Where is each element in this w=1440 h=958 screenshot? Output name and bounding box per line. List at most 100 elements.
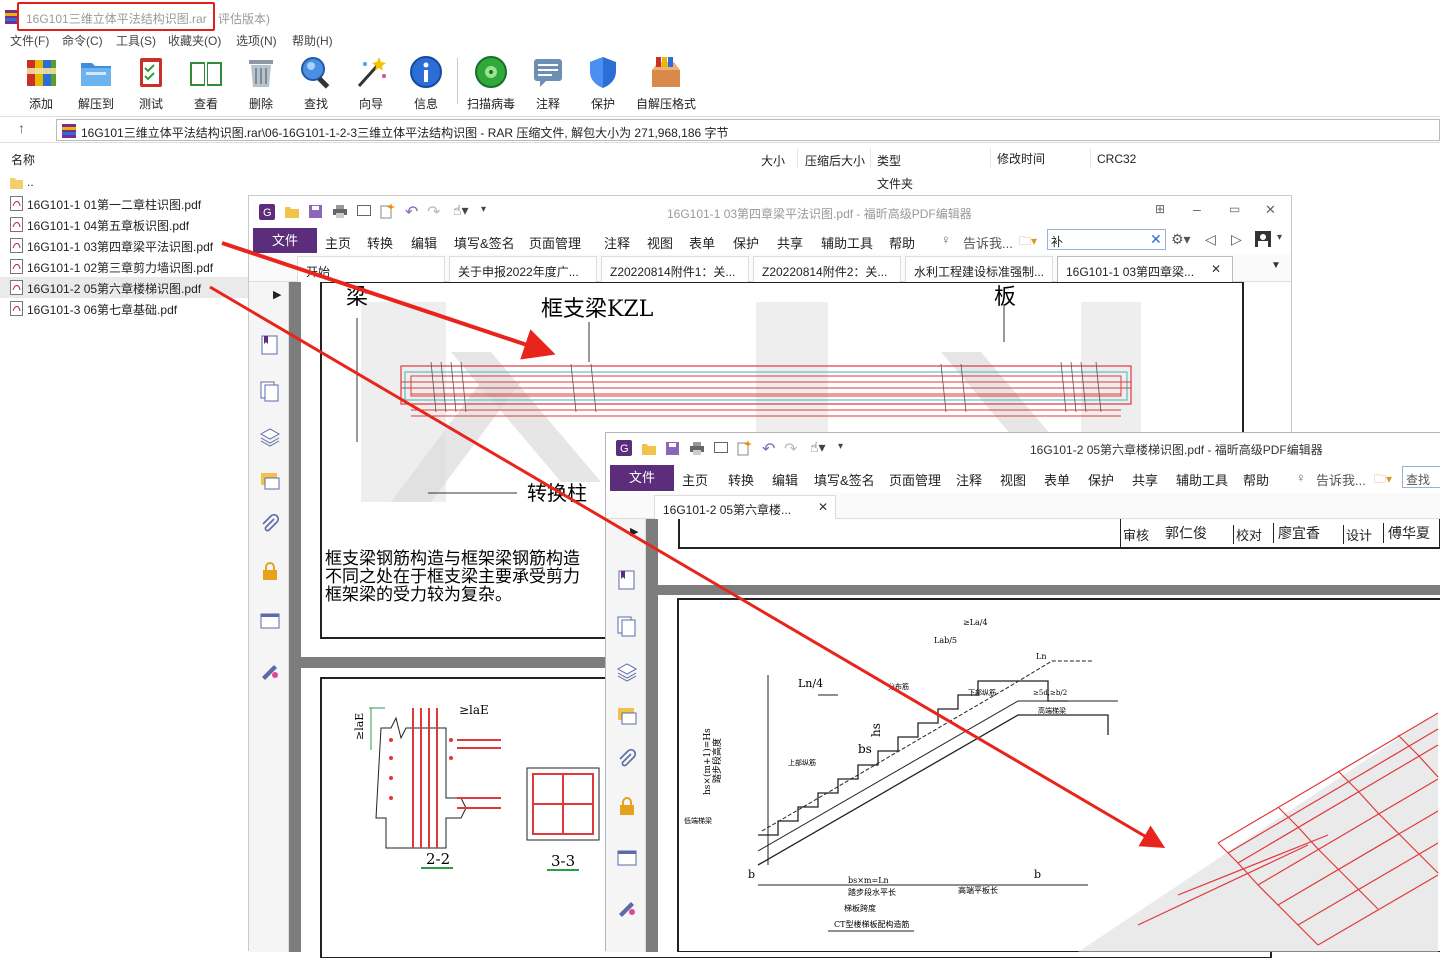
ribbon-help[interactable]: 帮助 — [1243, 470, 1269, 489]
file-row-selected[interactable]: 16G101-2 05第六章楼梯识图.pdf — [0, 277, 248, 298]
menu-help[interactable]: 帮助(H) — [292, 32, 333, 49]
protect-button[interactable]: 保护 — [576, 54, 630, 111]
comments-panel-icon[interactable] — [616, 705, 638, 727]
tab-active-document[interactable]: 16G101-2 05第六章楼... — [654, 495, 836, 519]
ribbon-fill-sign[interactable]: 填写&签名 — [814, 470, 875, 489]
search-folder-icon[interactable]: 🗀▾ — [1374, 470, 1392, 491]
up-arrow-icon[interactable]: ↑ — [18, 120, 25, 136]
attachment-icon[interactable] — [259, 514, 281, 536]
ribbon-form[interactable]: 表单 — [689, 233, 715, 252]
column-crc32[interactable]: CRC32 — [1097, 152, 1136, 166]
tab-document[interactable]: Z20220814附件1：关... — [601, 256, 749, 282]
ribbon-organize[interactable]: 页面管理 — [529, 233, 581, 252]
column-size[interactable]: 大小 — [761, 152, 785, 169]
extract-to-button[interactable]: 解压到 — [69, 54, 123, 111]
ribbon-accessibility[interactable]: 辅助工具 — [1176, 470, 1228, 489]
column-packed-size[interactable]: 压缩后大小 — [805, 152, 865, 169]
clear-search-icon[interactable]: ✕ — [1150, 231, 1162, 248]
menu-options[interactable]: 选项(N) — [236, 32, 277, 49]
document-view[interactable]: 审核 郭仁俊 校对 廖宜香 设计 傅华夏 hs×(m+1)=Hs 踏步段高度 L… — [646, 519, 1440, 952]
tell-me-field[interactable]: 告诉我... — [963, 233, 1013, 252]
ribbon-share[interactable]: 共享 — [1132, 470, 1158, 489]
expand-sidebar-icon[interactable]: ▶ — [630, 525, 638, 538]
hand-tool-icon[interactable]: ☝▾ — [453, 202, 469, 219]
file-row[interactable]: 16G101-1 03第四章梁平法识图.pdf — [0, 235, 248, 256]
ribbon-edit[interactable]: 编辑 — [411, 233, 437, 252]
file-row[interactable]: 16G101-1 01第一二章柱识图.pdf — [0, 193, 248, 214]
content-panel-icon[interactable] — [616, 847, 638, 869]
column-type[interactable]: 类型 — [877, 152, 901, 169]
comments-panel-icon[interactable] — [259, 470, 281, 492]
search-folder-icon[interactable]: 🗀▾ — [1019, 232, 1037, 253]
save-icon[interactable] — [309, 205, 322, 218]
screen-icon[interactable] — [357, 205, 371, 218]
file-menu-button[interactable]: 文件 — [253, 228, 317, 253]
pages-thumbnail-icon[interactable] — [259, 380, 281, 402]
save-icon[interactable] — [666, 442, 679, 455]
account-dropdown-icon[interactable]: ▾ — [1277, 232, 1282, 243]
attachment-icon[interactable] — [616, 749, 638, 771]
print-icon[interactable] — [690, 442, 704, 455]
menu-commands[interactable]: 命令(C) — [62, 32, 103, 49]
wizard-button[interactable]: 向导 — [344, 54, 398, 111]
info-button[interactable]: 信息 — [399, 54, 453, 111]
redo-icon[interactable]: ↷ — [784, 439, 797, 459]
signature-panel-icon[interactable] — [259, 658, 281, 680]
ribbon-help[interactable]: 帮助 — [889, 233, 915, 252]
sfx-button[interactable]: 自解压格式 — [632, 54, 700, 111]
find-button[interactable]: 查找 — [289, 54, 343, 111]
parent-folder-row[interactable]: .. — [0, 172, 248, 193]
tab-list-dropdown-icon[interactable]: ▼ — [1271, 260, 1281, 271]
close-tab-icon[interactable]: ✕ — [1211, 262, 1221, 276]
ribbon-home[interactable]: 主页 — [325, 233, 351, 252]
tab-document[interactable]: Z20220814附件2：关... — [753, 256, 901, 282]
restore-icon[interactable]: ▭ — [1229, 202, 1240, 216]
search-input[interactable]: 补 ✕ — [1047, 229, 1166, 250]
open-folder-icon[interactable] — [285, 205, 299, 218]
file-row[interactable]: 16G101-3 06第七章基础.pdf — [0, 298, 248, 319]
ribbon-protect[interactable]: 保护 — [1088, 470, 1114, 489]
file-menu-button[interactable]: 文件 — [610, 465, 674, 491]
ribbon-protect[interactable]: 保护 — [733, 233, 759, 252]
content-panel-icon[interactable] — [259, 610, 281, 632]
bookmark-page-icon[interactable] — [259, 334, 281, 356]
account-icon[interactable] — [1255, 231, 1271, 247]
add-button[interactable]: 添加 — [14, 54, 68, 111]
comment-button[interactable]: 注释 — [521, 54, 575, 111]
previous-result-icon[interactable]: ◁ — [1205, 231, 1216, 248]
close-tab-icon[interactable]: ✕ — [818, 500, 828, 514]
security-lock-icon[interactable] — [616, 795, 638, 817]
customize-dropdown-icon[interactable]: ▾ — [838, 441, 843, 452]
minimize-icon[interactable]: – — [1193, 201, 1201, 217]
ribbon-form[interactable]: 表单 — [1044, 470, 1070, 489]
tell-me-field[interactable]: 告诉我... — [1316, 470, 1366, 489]
new-star-icon[interactable] — [736, 440, 752, 456]
redo-icon[interactable]: ↷ — [427, 202, 440, 222]
tab-active-document[interactable]: 16G101-1 03第四章梁... — [1057, 256, 1233, 282]
view-button[interactable]: 查看 — [179, 54, 233, 111]
tab-document[interactable]: 关于申报2022年度广... — [449, 256, 597, 282]
ribbon-organize[interactable]: 页面管理 — [889, 470, 941, 489]
expand-sidebar-icon[interactable]: ▶ — [273, 288, 281, 301]
layers-icon[interactable] — [616, 661, 638, 683]
close-icon[interactable]: ✕ — [1265, 202, 1276, 218]
ribbon-home[interactable]: 主页 — [682, 470, 708, 489]
ribbon-fill-sign[interactable]: 填写&签名 — [454, 233, 515, 252]
virus-scan-button[interactable]: 扫描病毒 — [464, 54, 518, 111]
ribbon-comment[interactable]: 注释 — [604, 233, 630, 252]
ribbon-convert[interactable]: 转换 — [367, 233, 393, 252]
tab-document[interactable]: 水利工程建设标准强制... — [905, 256, 1053, 282]
column-modified[interactable]: 修改时间 — [997, 150, 1045, 167]
hand-tool-icon[interactable]: ☝▾ — [810, 439, 826, 456]
pages-thumbnail-icon[interactable] — [616, 615, 638, 637]
screen-icon[interactable] — [714, 442, 728, 455]
layers-icon[interactable] — [259, 426, 281, 448]
ribbon-convert[interactable]: 转换 — [728, 470, 754, 489]
file-row[interactable]: 16G101-1 02第三章剪力墙识图.pdf — [0, 256, 248, 277]
search-settings-icon[interactable]: ⚙▾ — [1171, 231, 1191, 248]
delete-button[interactable]: 删除 — [234, 54, 288, 111]
search-input[interactable]: 查找 — [1402, 466, 1440, 488]
column-name[interactable]: 名称 — [11, 151, 35, 168]
ribbon-share[interactable]: 共享 — [777, 233, 803, 252]
ribbon-accessibility[interactable]: 辅助工具 — [821, 233, 873, 252]
